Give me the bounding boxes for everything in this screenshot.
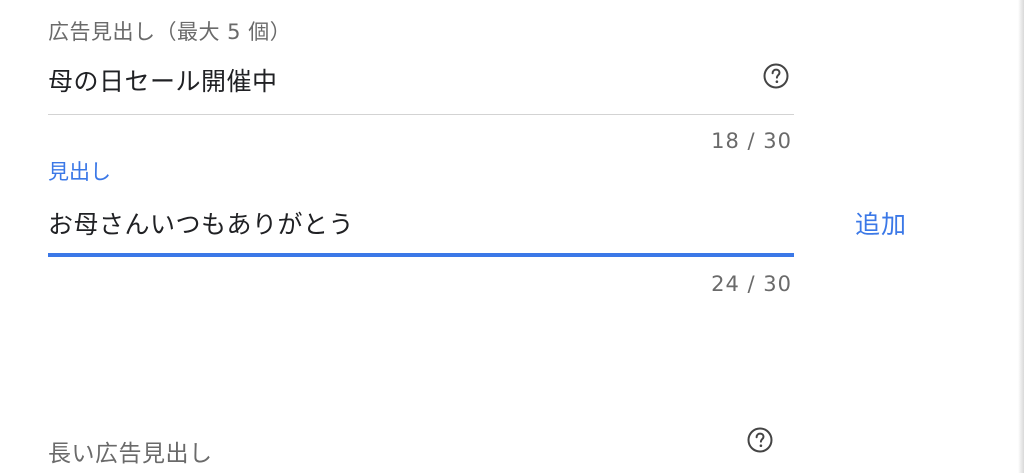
ad-headlines-editor: 広告見出し（最大 5 個） 母の日セール開催中 18 / 30 見出し お母さん… <box>0 0 1024 473</box>
headline-input-counter: 24 / 30 <box>711 272 792 296</box>
headline-input[interactable]: お母さんいつもありがとう <box>48 205 354 241</box>
add-headline-button[interactable]: 追加 <box>855 205 907 241</box>
headline-field-1-counter: 18 / 30 <box>711 129 792 153</box>
question-circle-icon[interactable] <box>762 62 790 90</box>
headlines-section-label: 広告見出し（最大 5 個） <box>48 20 292 44</box>
headline-field-1[interactable]: 母の日セール開催中 <box>48 62 278 98</box>
long-headlines-section-label: 長い広告見出し <box>48 441 213 467</box>
panel-edge-divider <box>1018 0 1024 473</box>
question-circle-icon[interactable] <box>746 426 774 454</box>
headline-input-underline <box>48 253 794 257</box>
headline-field-1-underline <box>48 114 794 115</box>
headline-floating-label: 見出し <box>48 160 111 184</box>
